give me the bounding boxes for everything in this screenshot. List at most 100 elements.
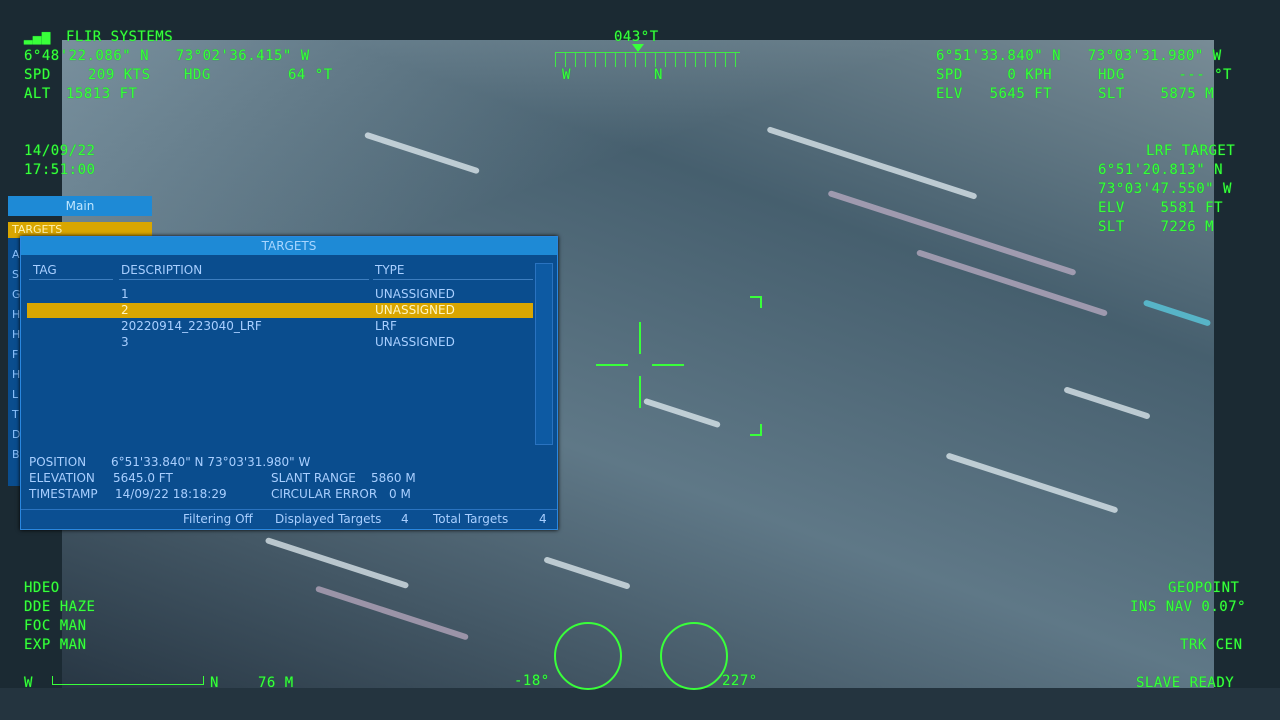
main-menu-tab[interactable]: Main (8, 196, 152, 216)
lrf-latitude: 6°51'20.813" N (1098, 162, 1224, 178)
hdg-label: HDG (184, 67, 211, 83)
azimuth-gauge-icon (660, 622, 728, 690)
total-targets-count: 4 (539, 512, 547, 526)
target-type: UNASSIGNED (375, 287, 455, 301)
target-type: UNASSIGNED (375, 335, 455, 349)
position-label: POSITION (29, 455, 87, 469)
track-box-corner (750, 296, 762, 308)
side-menu-item[interactable]: A (12, 248, 20, 261)
displayed-targets-label: Displayed Targets (275, 512, 382, 526)
timestamp-label: TIMESTAMP (29, 487, 98, 501)
elevation-value: 5645.0 FT (113, 471, 173, 485)
targets-panel-title: TARGETS (21, 237, 557, 255)
compass-tape (555, 52, 740, 67)
header-divider (119, 279, 369, 280)
aircraft-position: 6°48'22.086" N 73°02'36.415" W (24, 48, 310, 64)
sensor-position: 6°51'33.840" N 73°03'31.980" W (936, 48, 1222, 64)
target-type: UNASSIGNED (375, 303, 455, 317)
slave-status: SLAVE READY (1136, 675, 1235, 691)
target-row[interactable]: 20220914_223040_LRF LRF (27, 319, 533, 334)
elevation-label: ELEVATION (29, 471, 95, 485)
target-row[interactable]: 3 UNASSIGNED (27, 335, 533, 350)
image-streak (945, 452, 1119, 514)
elevation-gauge-icon (554, 622, 622, 690)
side-menu-item[interactable]: F (12, 348, 18, 361)
lrf-target-title: LRF TARGET (1146, 143, 1236, 159)
track-mode: TRK CEN (1180, 637, 1243, 653)
elevation-gauge-value: -18° (514, 673, 550, 689)
header-divider (373, 279, 533, 280)
slant-range-label: SLANT RANGE (271, 471, 356, 485)
range-readout: 76 M (258, 675, 294, 691)
lrf-longitude: 73°03'47.550" W (1098, 181, 1232, 197)
slant-range-value: 5860 M (371, 471, 416, 485)
tag-column-header[interactable]: TAG (33, 263, 57, 277)
timestamp-value: 14/09/22 18:18:29 (115, 487, 227, 501)
compass-left-label: W (562, 67, 571, 83)
reticle-bottom-arm (639, 376, 641, 408)
compass-pointer-icon (632, 44, 644, 52)
target-row[interactable]: 1 UNASSIGNED (27, 287, 533, 302)
sensor-slant-range: SLT 5875 M (1098, 86, 1215, 102)
target-list-scrollbar[interactable] (535, 263, 553, 445)
image-streak (915, 249, 1109, 317)
target-description: 20220914_223040_LRF (121, 319, 262, 333)
type-column-header[interactable]: TYPE (375, 263, 404, 277)
header-divider (29, 279, 113, 280)
displayed-targets-count: 4 (401, 512, 409, 526)
reticle-left-arm (596, 364, 628, 366)
image-streak (264, 536, 410, 590)
side-menu-item[interactable]: S (12, 268, 19, 281)
target-description: 3 (121, 335, 129, 349)
position-value: 6°51'33.840" N 73°03'31.980" W (111, 455, 311, 469)
track-box-corner (750, 424, 762, 436)
target-type: LRF (375, 319, 397, 333)
signal-icon: ▂▄▆ (24, 29, 51, 45)
time-readout: 17:51:00 (24, 162, 96, 178)
image-streak (1142, 299, 1212, 327)
lrf-slant-range: SLT 7226 M (1098, 219, 1215, 235)
circular-error-value: 0 M (389, 487, 411, 501)
spd-label: SPD (24, 67, 51, 83)
description-column-header[interactable]: DESCRIPTION (121, 263, 202, 277)
image-streak (1063, 386, 1151, 420)
reticle-top-arm (639, 322, 641, 354)
image-streak (314, 585, 470, 641)
range-scale-bar (52, 676, 204, 685)
targets-panel: TARGETS TAG DESCRIPTION TYPE 1 UNASSIGNE… (20, 236, 558, 530)
scale-left-label: W (24, 675, 33, 691)
geopoint-status: GEOPOINT (1168, 580, 1240, 596)
side-menu-item[interactable]: L (12, 388, 18, 401)
targets-panel-footer: Filtering Off Displayed Targets 4 Total … (21, 509, 557, 528)
date-readout: 14/09/22 (24, 143, 96, 159)
target-description: 1 (121, 287, 129, 301)
mode-focus: FOC MAN (24, 618, 87, 634)
side-menu-item[interactable]: B (12, 448, 20, 461)
azimuth-gauge-value: 227° (722, 673, 758, 689)
circular-error-label: CIRCULAR ERROR (271, 487, 378, 501)
ins-nav-status: INS NAV 0.07° (1130, 599, 1247, 615)
lrf-elevation: ELV 5581 FT (1098, 200, 1224, 216)
image-streak (543, 556, 631, 590)
brand-label: FLIR SYSTEMS (66, 29, 174, 45)
reticle-right-arm (652, 364, 684, 366)
sensor-heading: HDG --- °T (1098, 67, 1232, 83)
mode-hdeo: HDEO (24, 580, 60, 596)
image-streak (766, 126, 978, 200)
side-menu-item[interactable]: T (12, 408, 19, 421)
scale-right-label: N (210, 675, 219, 691)
alt-label: ALT (24, 86, 51, 102)
compass-right-label: N (654, 67, 663, 83)
sensor-elevation: ELV 5645 FT (936, 86, 1053, 102)
spd-value: 209 KTS (88, 67, 151, 83)
target-row-selected[interactable]: 2 UNASSIGNED (27, 303, 533, 318)
image-streak (364, 131, 480, 175)
filtering-status[interactable]: Filtering Off (183, 512, 253, 526)
sensor-speed: SPD 0 KPH (936, 67, 1053, 83)
target-description: 2 (121, 303, 129, 317)
bottom-frame (0, 688, 1280, 720)
hdg-value: 64 °T (288, 67, 333, 83)
alt-value: 15813 FT (66, 86, 138, 102)
image-streak (643, 397, 721, 429)
mode-exposure: EXP MAN (24, 637, 87, 653)
